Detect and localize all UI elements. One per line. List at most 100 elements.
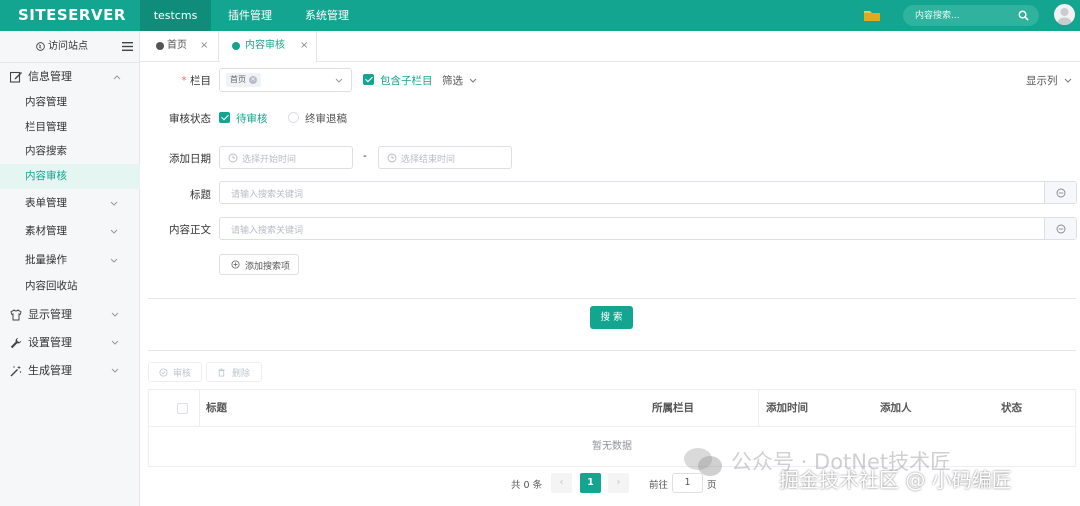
next-page-button[interactable]: › (608, 473, 629, 493)
sidebar-group-label: 显示管理 (28, 308, 72, 321)
tab-home[interactable]: 首页 × (146, 31, 219, 62)
shirt-icon (10, 309, 22, 321)
chevron-down-icon (1064, 78, 1072, 83)
channel-select[interactable]: 首页 × (219, 68, 352, 92)
pending-checkbox[interactable] (219, 112, 230, 123)
trash-icon (218, 368, 225, 377)
remove-search-item-button[interactable] (1044, 218, 1076, 239)
chevron-up-icon (113, 75, 121, 80)
add-search-item-button[interactable]: 添加搜索项 (219, 254, 299, 275)
rejected-checkbox[interactable] (288, 112, 299, 123)
pending-option-label[interactable]: 待审核 (236, 111, 268, 126)
include-children-checkbox[interactable] (363, 74, 374, 85)
end-date-picker[interactable]: 选择结束时间 (378, 146, 512, 169)
column-status[interactable]: 状态 (1001, 390, 1022, 427)
remove-search-item-button[interactable] (1044, 182, 1076, 203)
date-separator: - (363, 150, 367, 162)
column-add-date[interactable]: 添加时间 (766, 390, 808, 427)
sidebar-item-batch-ops[interactable]: 批量操作 (0, 248, 140, 273)
body-search-input[interactable]: 请输入搜索关键词 (219, 217, 1077, 240)
check-status-label: 审核状态 (169, 113, 211, 125)
clock-icon (228, 153, 238, 163)
approve-button[interactable]: 审核 (148, 362, 202, 382)
select-all-checkbox[interactable] (177, 403, 188, 414)
show-columns-dropdown[interactable]: 显示列 (1026, 73, 1072, 88)
sidebar-group-label: 生成管理 (28, 364, 72, 377)
visit-site-label: 访问站点 (48, 41, 88, 52)
prev-page-button[interactable]: ‹ (551, 473, 572, 493)
rejected-option-label[interactable]: 终审退稿 (305, 111, 347, 126)
form-divider (148, 298, 1076, 299)
sidebar: 访问站点 信息管理 内容管理 栏目管理 内容搜索 内容审核 表单管理 素材管理 … (0, 31, 140, 506)
sidebar-group-generate[interactable]: 生成管理 (0, 357, 140, 385)
chevron-down-icon (110, 201, 118, 206)
page-unit: 页 (707, 480, 717, 491)
channel-label: * 栏目 (181, 75, 211, 87)
top-navbar: SiteServer testcms 插件管理 系统管理 (0, 0, 1080, 31)
chevron-down-icon (111, 340, 119, 345)
sidebar-item-content-manage[interactable]: 内容管理 (0, 90, 140, 115)
sidebar-group-label: 信息管理 (28, 70, 72, 83)
minus-circle-icon (1056, 224, 1066, 234)
chevron-down-icon (469, 78, 477, 83)
title-label: 标题 (190, 189, 211, 201)
app-logo[interactable]: SiteServer (18, 6, 126, 24)
column-channel[interactable]: 所属栏目 (652, 390, 694, 427)
hamburger-menu-icon[interactable] (122, 42, 133, 51)
info-icon (232, 42, 240, 50)
include-children-label[interactable]: 包含子栏目 (380, 73, 433, 88)
global-search-input[interactable] (915, 8, 1015, 23)
chevron-down-icon (111, 368, 119, 373)
chevron-down-icon (110, 258, 118, 263)
watermark-line2: 掘金技术社区 @ 小码编匠 (779, 468, 1012, 492)
delete-button[interactable]: 删除 (206, 362, 262, 382)
visit-site-link[interactable]: 访问站点 (0, 31, 140, 63)
sidebar-item-content-search[interactable]: 内容搜索 (0, 139, 140, 164)
column-title[interactable]: 标题 (206, 390, 227, 427)
sidebar-group-info[interactable]: 信息管理 (0, 63, 140, 91)
info-icon (156, 42, 164, 50)
sidebar-item-material-manage[interactable]: 素材管理 (0, 219, 140, 244)
globe-icon (36, 42, 45, 51)
start-date-picker[interactable]: 选择开始时间 (219, 146, 353, 169)
total-count: 共 0 条 (511, 480, 543, 491)
channel-tag: 首页 × (226, 73, 261, 87)
column-divider (199, 390, 200, 427)
sidebar-item-channel-manage[interactable]: 栏目管理 (0, 115, 140, 140)
sidebar-group-settings[interactable]: 设置管理 (0, 329, 140, 357)
user-icon (1057, 8, 1072, 25)
tag-close-icon[interactable]: × (249, 75, 257, 84)
tab-content-check[interactable]: 内容审核 × (220, 31, 317, 63)
chevron-down-icon (335, 78, 343, 83)
edit-icon (10, 71, 22, 83)
sidebar-item-form-manage[interactable]: 表单管理 (0, 191, 140, 216)
wrench-icon (10, 337, 22, 349)
sidebar-item-content-check[interactable]: 内容审核 (0, 164, 140, 189)
search-icon[interactable] (1018, 10, 1029, 21)
close-icon[interactable]: × (200, 31, 208, 61)
magic-wand-icon (10, 365, 22, 377)
sidebar-item-recycle-bin[interactable]: 内容回收站 (0, 274, 140, 299)
sidebar-group-display[interactable]: 显示管理 (0, 301, 140, 329)
top-tab-system[interactable]: 系统管理 (290, 0, 364, 31)
chevron-down-icon (110, 229, 118, 234)
table-header: 标题 所属栏目 添加时间 添加人 状态 (149, 390, 1075, 427)
wechat-icon (684, 448, 722, 476)
close-icon[interactable]: × (300, 31, 308, 61)
top-tab-plugins[interactable]: 插件管理 (213, 0, 287, 31)
check-circle-icon (159, 368, 168, 377)
clock-icon (387, 153, 397, 163)
column-add-user[interactable]: 添加人 (880, 390, 912, 427)
page-number-1[interactable]: 1 (580, 473, 601, 493)
top-tab-testcms[interactable]: testcms (140, 0, 211, 31)
folder-icon[interactable] (864, 9, 880, 21)
goto-label: 前往 (649, 480, 669, 491)
title-search-input[interactable]: 请输入搜索关键词 (219, 181, 1077, 204)
actions-divider (148, 350, 1076, 351)
chevron-down-icon (111, 312, 119, 317)
minus-circle-icon (1056, 188, 1066, 198)
user-avatar[interactable] (1054, 4, 1075, 25)
search-button[interactable]: 搜 索 (590, 306, 633, 329)
filter-dropdown[interactable]: 筛选 (442, 73, 477, 88)
page-tabs: 首页 × 内容审核 × (140, 31, 1080, 63)
